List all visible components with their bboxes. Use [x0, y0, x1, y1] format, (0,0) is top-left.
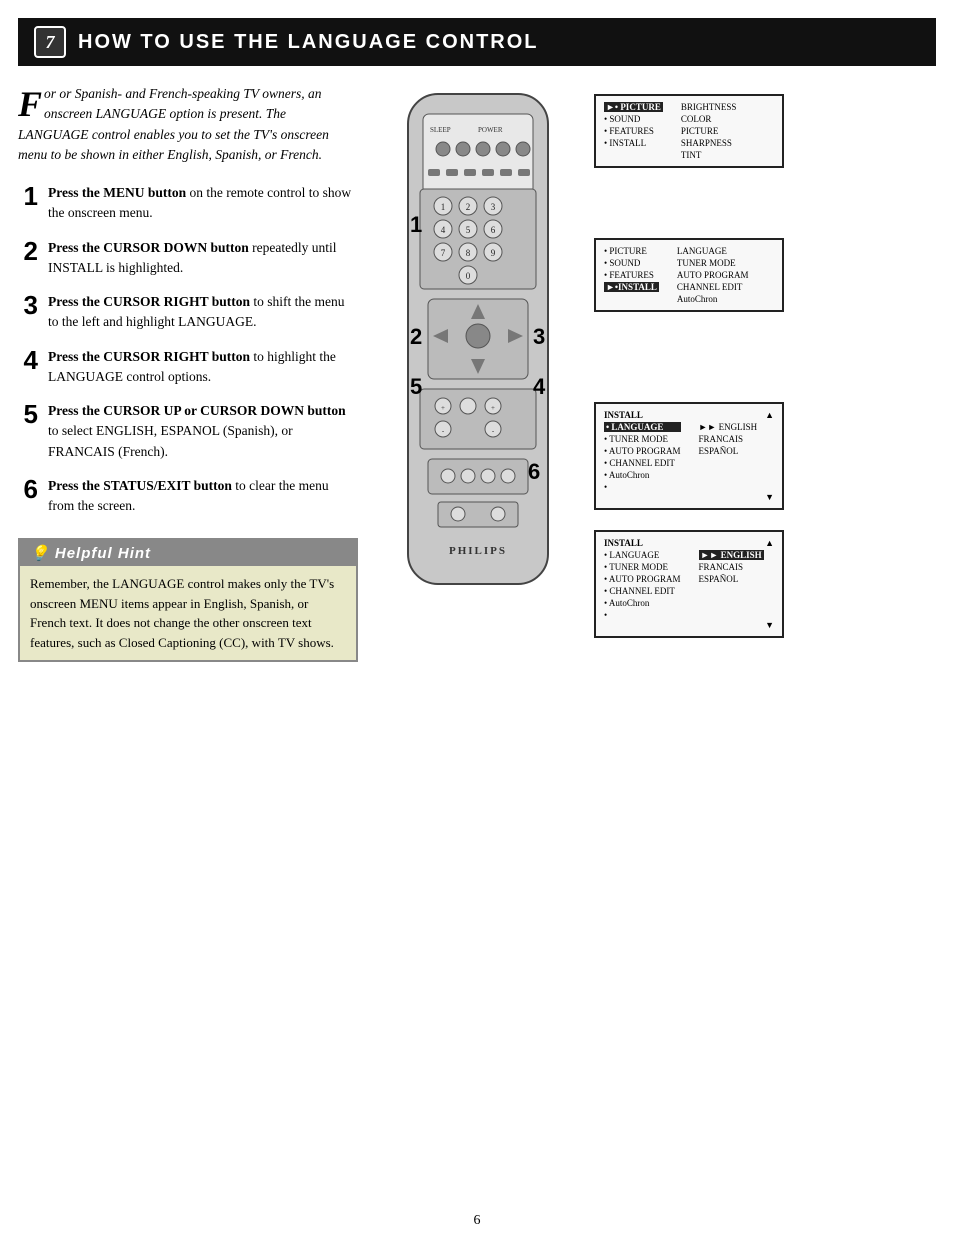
step-2-text: Press the CURSOR DOWN button repeatedly … [48, 238, 358, 279]
remote-control-svg: SLEEP POWER [378, 84, 578, 604]
svg-text:6: 6 [528, 459, 540, 484]
svg-text:SLEEP: SLEEP [430, 126, 451, 134]
svg-text:1: 1 [441, 202, 446, 212]
remote-area: SLEEP POWER [378, 84, 784, 638]
tv-screen-1: PICTURE SOUND FEATURES INSTALL BRIGHTNES… [594, 94, 784, 168]
main-content: For or Spanish- and French-speaking TV o… [0, 66, 954, 680]
svg-text:POWER: POWER [478, 126, 503, 134]
svg-text:+: + [441, 404, 445, 412]
svg-text:3: 3 [533, 324, 545, 349]
hint-title: 💡 Helpful Hint [20, 540, 356, 566]
svg-text:2: 2 [410, 324, 422, 349]
svg-text:5: 5 [410, 374, 422, 399]
svg-text:9: 9 [491, 248, 496, 258]
header-icon: 7 [34, 26, 66, 58]
svg-text:5: 5 [466, 225, 471, 235]
page-number: 6 [474, 1213, 481, 1229]
svg-text:4: 4 [533, 374, 546, 399]
step-3: 3 Press the CURSOR RIGHT button to shift… [18, 292, 358, 333]
page-header: 7 How to Use the Language Control [18, 18, 936, 66]
step-4: 4 Press the CURSOR RIGHT button to highl… [18, 347, 358, 388]
step-6-text: Press the STATUS/EXIT button to clear th… [48, 476, 358, 517]
right-column: SLEEP POWER [378, 84, 936, 662]
tv-screen-3: INSTALL ▲ • LANGUAGE TUNER MODE AUTO PRO… [594, 402, 784, 510]
steps-list: 1 Press the MENU button on the remote co… [18, 183, 358, 516]
drop-cap: F [18, 86, 42, 122]
remote-wrapper: SLEEP POWER [378, 84, 578, 609]
hint-box: 💡 Helpful Hint Remember, the LANGUAGE co… [18, 538, 358, 662]
svg-text:PHILIPS: PHILIPS [449, 545, 507, 557]
tv-screen-4: INSTALL ▲ LANGUAGE TUNER MODE AUTO PROGR… [594, 530, 784, 638]
step-6-number: 6 [18, 476, 38, 502]
step-3-number: 3 [18, 292, 38, 318]
step-5-text: Press the CURSOR UP or CURSOR DOWN butto… [48, 401, 358, 462]
left-column: For or Spanish- and French-speaking TV o… [18, 84, 358, 662]
step-5-number: 5 [18, 401, 38, 427]
header-title: How to Use the Language Control [78, 31, 539, 54]
step-1-text: Press the MENU button on the remote cont… [48, 183, 358, 224]
step-4-text: Press the CURSOR RIGHT button to highlig… [48, 347, 358, 388]
svg-text:3: 3 [491, 202, 496, 212]
step-4-number: 4 [18, 347, 38, 373]
step-5: 5 Press the CURSOR UP or CURSOR DOWN but… [18, 401, 358, 462]
svg-text:6: 6 [491, 225, 496, 235]
step-2: 2 Press the CURSOR DOWN button repeatedl… [18, 238, 358, 279]
step-1: 1 Press the MENU button on the remote co… [18, 183, 358, 224]
tv-screen-2: PICTURE SOUND FEATURES ►•INSTALL LANGUAG… [594, 238, 784, 312]
svg-text:8: 8 [466, 248, 471, 258]
svg-text:1: 1 [410, 212, 422, 237]
step-1-number: 1 [18, 183, 38, 209]
step-2-number: 2 [18, 238, 38, 264]
step-3-text: Press the CURSOR RIGHT button to shift t… [48, 292, 358, 333]
svg-text:4: 4 [441, 225, 446, 235]
svg-text:0: 0 [466, 271, 471, 281]
svg-text:2: 2 [466, 202, 471, 212]
svg-text:+: + [491, 404, 495, 412]
screens-column: PICTURE SOUND FEATURES INSTALL BRIGHTNES… [594, 84, 784, 638]
hint-body: Remember, the LANGUAGE control makes onl… [20, 566, 356, 660]
intro-paragraph: For or Spanish- and French-speaking TV o… [18, 84, 358, 165]
step-6: 6 Press the STATUS/EXIT button to clear … [18, 476, 358, 517]
svg-text:7: 7 [441, 248, 446, 258]
